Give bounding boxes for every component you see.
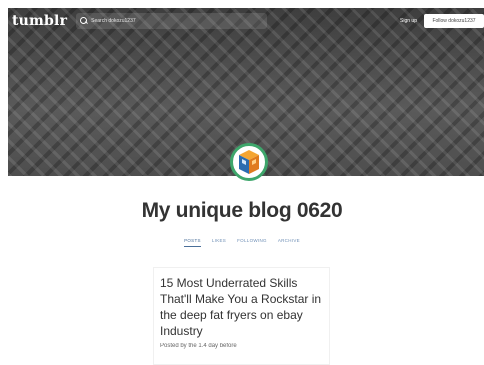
search-input[interactable]: Search dokozu1237 [76,13,268,29]
search-placeholder: Search dokozu1237 [91,18,136,24]
search-icon [80,17,88,25]
tab-posts[interactable]: POSTS [184,238,201,247]
cube-avatar-icon [239,150,259,174]
post-byline: Posted by the 1.4 day before [160,343,237,349]
follow-button[interactable]: Follow dokozu1237 [424,14,484,28]
blog-title: My unique blog 0620 [141,199,343,222]
tab-likes[interactable]: LIKES [212,238,226,247]
blog-avatar[interactable] [230,143,268,181]
post-card: 15 Most Underrated Skills That'll Make Y… [153,267,330,365]
tab-following[interactable]: FOLLOWING [237,238,267,247]
sign-up-link[interactable]: Sign up [400,18,417,24]
top-navigation-bar: tumblr Search dokozu1237 Sign up Follow … [8,8,484,34]
blog-tabs: POSTS LIKES FOLLOWING ARCHIVE [0,238,484,247]
post-title[interactable]: 15 Most Underrated Skills That'll Make Y… [160,275,323,339]
tab-archive[interactable]: ARCHIVE [278,238,300,247]
tumblr-logo[interactable]: tumblr [12,13,67,29]
